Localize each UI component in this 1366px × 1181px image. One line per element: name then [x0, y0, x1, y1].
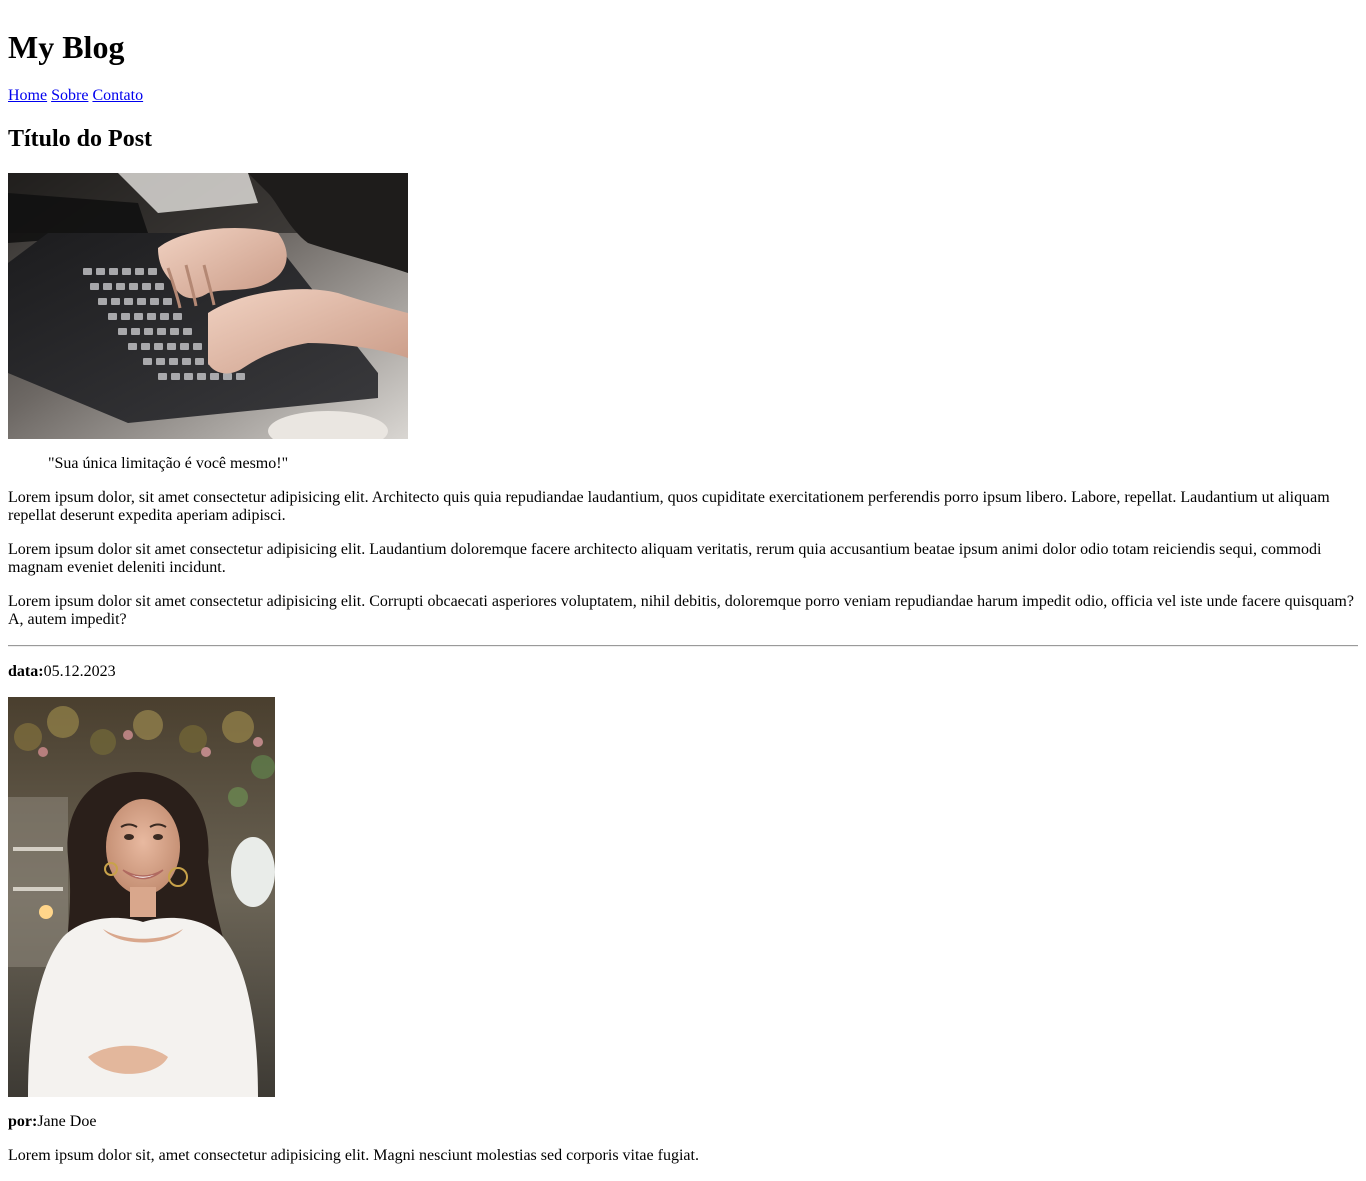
- author-photo: [8, 697, 275, 1097]
- post-paragraph-2: Lorem ipsum dolor sit amet consectetur a…: [8, 541, 1322, 576]
- post-article: Título do Post "Sua única limitação é vo…: [8, 125, 1358, 629]
- nav-link-home[interactable]: Home: [8, 87, 47, 104]
- post-author-label: por:: [8, 1113, 38, 1130]
- post-date-value: 05.12.2023: [43, 663, 116, 680]
- post-author-value: Jane Doe: [37, 1113, 97, 1130]
- post-paragraph-1: Lorem ipsum dolor, sit amet consectetur …: [8, 489, 1330, 524]
- nav-link-sobre[interactable]: Sobre: [51, 87, 88, 104]
- site-title: My Blog: [8, 29, 125, 65]
- site-header: My Blog Home Sobre Contato: [8, 29, 1358, 105]
- post-image-laptop: [8, 173, 408, 439]
- post-date: data:05.12.2023: [8, 663, 1358, 681]
- post-title: Título do Post: [8, 126, 153, 152]
- post-meta: data:05.12.2023 por:Jane Doe Lorem ipsum…: [8, 663, 1358, 1165]
- nav-link-contato[interactable]: Contato: [92, 87, 143, 104]
- post-quote: "Sua única limitação é você mesmo!": [48, 455, 289, 472]
- post-date-label: data:: [8, 663, 44, 680]
- post-author: por:Jane Doe: [8, 1113, 1358, 1131]
- divider: [8, 645, 1358, 647]
- main-nav: Home Sobre Contato: [8, 87, 1358, 105]
- post-paragraph-3: Lorem ipsum dolor sit amet consectetur a…: [8, 593, 1354, 628]
- author-bio: Lorem ipsum dolor sit, amet consectetur …: [8, 1147, 699, 1164]
